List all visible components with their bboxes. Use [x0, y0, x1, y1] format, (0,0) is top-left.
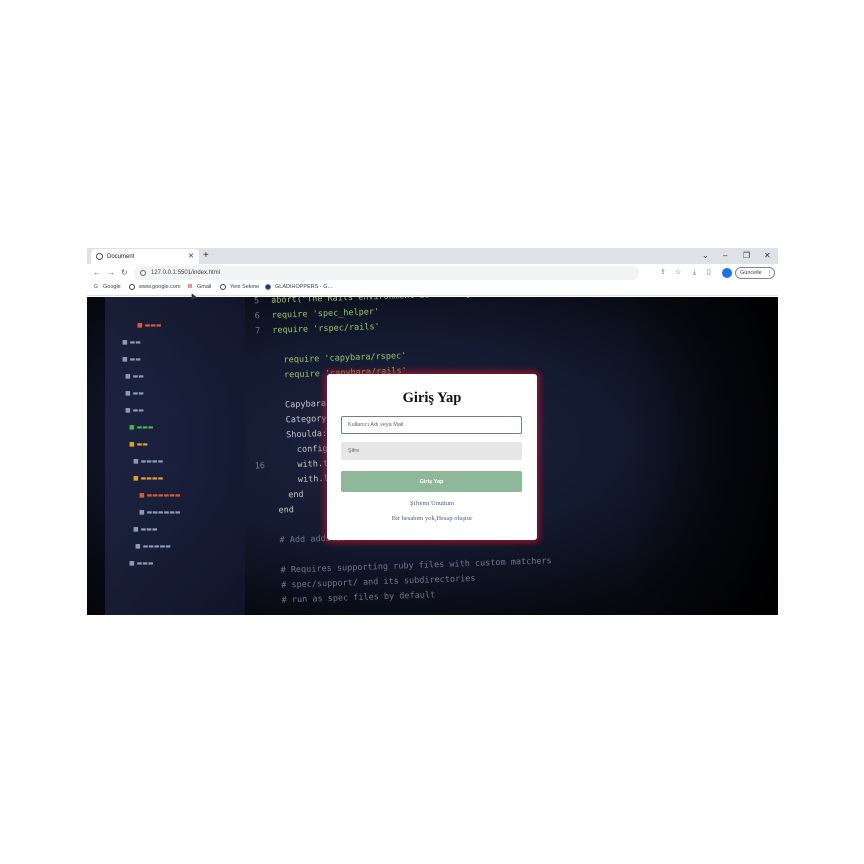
bookmark-label: Google — [103, 284, 121, 290]
share-icon[interactable]: ⇪ — [660, 267, 666, 279]
bookmark-gmail[interactable]: M Gmail — [187, 284, 211, 290]
line-number — [247, 588, 269, 589]
bookmark-google-com[interactable]: www.google.com — [129, 284, 181, 290]
profile-avatar[interactable] — [722, 268, 732, 278]
tab-search-chevron-icon[interactable]: ⌄ — [702, 250, 709, 262]
line-number — [241, 408, 263, 409]
page-viewport: ■ ▬▬▬ ■ ▬▬ ■ ▬▬ ■ ▬▬ ■ ▬▬ ■ ▬▬ ■ ▬▬▬ ■ ▬… — [87, 297, 778, 615]
line-number — [247, 573, 269, 574]
line-number — [240, 393, 262, 394]
bookmark-label: GLADIHOPPERS - G... — [275, 284, 333, 290]
line-number — [246, 543, 268, 544]
side-panel-icon[interactable]: ▯ — [707, 267, 711, 279]
register-link[interactable]: Bir hesabım yok,Hesap oluştur — [327, 515, 537, 522]
globe-icon — [96, 253, 103, 260]
tab-title: Document — [107, 253, 135, 260]
line-number — [243, 453, 265, 454]
new-tab-icon[interactable]: + — [203, 249, 209, 263]
code-text: require 'spec_helper' — [271, 307, 380, 321]
globe-icon — [220, 284, 226, 290]
background-file-tree: ■ ▬▬▬ ■ ▬▬ ■ ▬▬ ■ ▬▬ ■ ▬▬ ■ ▬▬ ■ ▬▬▬ ■ ▬… — [122, 322, 181, 567]
bookmark-label: Yeni Sekme — [230, 284, 260, 290]
line-number — [248, 603, 270, 604]
address-toolbar: ← → ↻ 127.0.0.1:5501/index.html ⇪ ☆ ⤓ ▯ … — [87, 264, 778, 282]
username-input[interactable] — [341, 416, 522, 434]
url-text: 127.0.0.1:5501/index.html — [151, 270, 221, 276]
tab-document[interactable]: Document ✕ — [91, 249, 199, 264]
minimize-icon[interactable]: – — [723, 250, 727, 262]
close-window-icon[interactable]: ✕ — [764, 250, 771, 262]
kebab-menu-icon[interactable]: ⋮ — [767, 270, 773, 277]
line-number — [245, 528, 267, 529]
code-text: end — [278, 505, 295, 516]
code-text: # run as spec files by default — [281, 590, 436, 606]
forward-icon[interactable]: → — [107, 267, 115, 279]
globe-icon — [129, 284, 135, 290]
update-label: Güncelle — [740, 270, 762, 276]
update-button[interactable]: Güncelle ⋮ — [735, 267, 775, 279]
gladihoppers-icon — [265, 284, 271, 290]
line-number: 5 — [253, 297, 260, 307]
login-card: Giriş Yap Giriş Yap Şifremi Unuttum Bir … — [327, 374, 537, 540]
code-text: end — [277, 489, 304, 501]
forgot-password-link[interactable]: Şifremi Unuttum — [327, 500, 537, 507]
address-bar[interactable]: 127.0.0.1:5501/index.html — [134, 266, 639, 280]
line-number — [244, 483, 266, 484]
bookmark-label: www.google.com — [139, 284, 181, 290]
site-info-icon[interactable] — [140, 270, 146, 276]
background-vignette — [628, 297, 778, 615]
line-number — [239, 348, 261, 349]
login-button[interactable]: Giriş Yap — [341, 471, 522, 492]
password-input[interactable] — [341, 442, 522, 460]
line-number: 6 — [254, 311, 260, 322]
back-icon[interactable]: ← — [93, 267, 101, 279]
line-number — [239, 363, 261, 364]
line-number — [245, 513, 267, 514]
reload-icon[interactable]: ↻ — [121, 267, 128, 279]
tab-close-icon[interactable]: ✕ — [188, 253, 194, 260]
bookmark-label: Gmail — [197, 284, 212, 290]
line-number: 7 — [254, 326, 261, 337]
code-text: require 'rspec/rails' — [272, 322, 380, 336]
line-number — [244, 498, 266, 499]
line-number: 16 — [254, 461, 266, 472]
code-text: require 'capybara/rspec' — [273, 351, 407, 366]
bookmark-gladihoppers[interactable]: GLADIHOPPERS - G... — [265, 284, 332, 290]
line-number — [240, 378, 262, 379]
gmail-icon: M — [187, 284, 193, 290]
line-number — [246, 558, 268, 559]
bookmark-star-icon[interactable]: ☆ — [675, 267, 681, 279]
download-icon[interactable]: ⤓ — [693, 267, 696, 279]
login-title: Giriş Yap — [402, 390, 462, 406]
bookmark-yeni-sekme[interactable]: Yeni Sekme — [220, 284, 259, 290]
line-number — [242, 423, 264, 424]
maximize-icon[interactable]: ❐ — [743, 250, 750, 262]
line-number — [242, 438, 264, 439]
bookmark-google[interactable]: G Google — [93, 284, 121, 290]
browser-window: Document ✕ + ⌄ – ❐ ✕ ← → ↻ 127.0.0.1:550… — [87, 248, 778, 615]
google-icon: G — [94, 284, 98, 290]
tab-strip: Document ✕ + ⌄ – ❐ ✕ — [87, 248, 778, 264]
